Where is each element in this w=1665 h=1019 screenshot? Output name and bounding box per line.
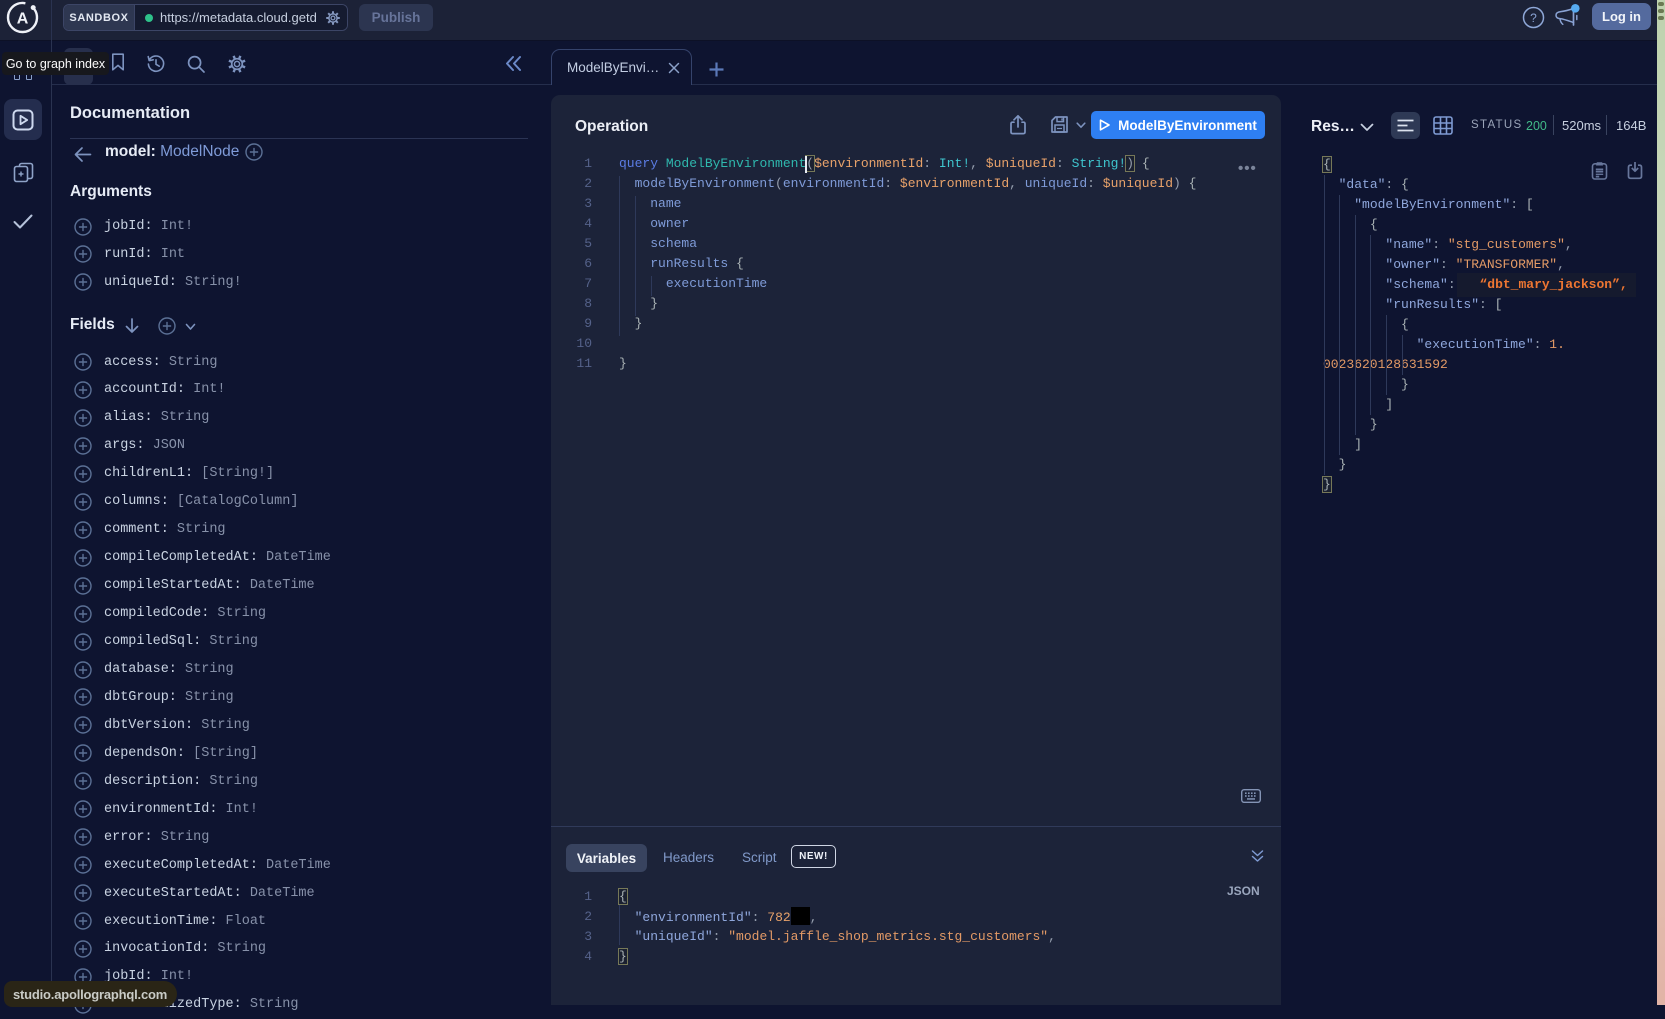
svg-text:?: ? (1530, 11, 1537, 25)
